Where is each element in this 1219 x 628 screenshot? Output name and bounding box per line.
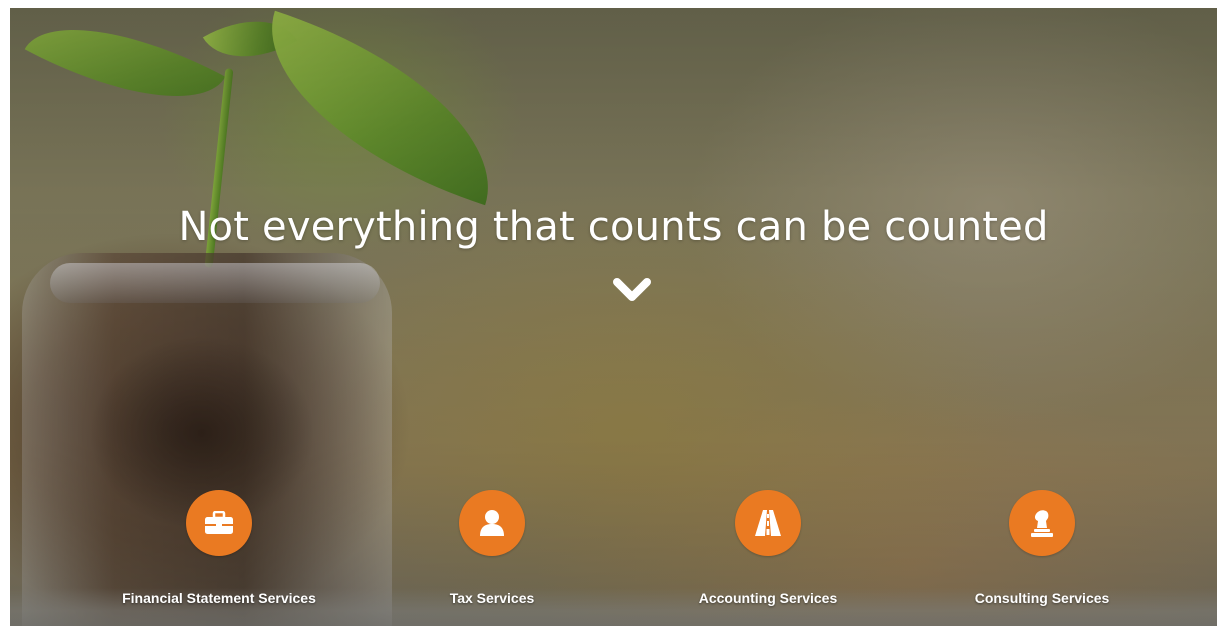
service-tax[interactable]: Tax Services	[352, 490, 632, 606]
service-financial-statement[interactable]: Financial Statement Services	[79, 490, 359, 606]
user-icon	[480, 510, 504, 536]
service-consulting[interactable]: Consulting Services	[902, 490, 1182, 606]
service-label[interactable]: Tax Services	[352, 590, 632, 606]
service-icon-circle	[1009, 490, 1075, 556]
service-icon-circle	[735, 490, 801, 556]
road-icon	[755, 510, 781, 536]
hero-headline: Not everything that counts can be counte…	[178, 204, 1049, 250]
service-label[interactable]: Accounting Services	[628, 590, 908, 606]
service-icon-circle	[186, 490, 252, 556]
hero-banner: Not everything that counts can be counte…	[10, 8, 1217, 626]
briefcase-icon	[205, 511, 233, 534]
service-label[interactable]: Financial Statement Services	[79, 590, 359, 606]
scroll-down-button[interactable]	[607, 270, 657, 310]
chess-knight-icon	[1031, 510, 1053, 537]
service-label[interactable]: Consulting Services	[902, 590, 1182, 606]
service-accounting[interactable]: Accounting Services	[628, 490, 908, 606]
chevron-down-icon	[613, 278, 651, 301]
service-icon-circle	[459, 490, 525, 556]
